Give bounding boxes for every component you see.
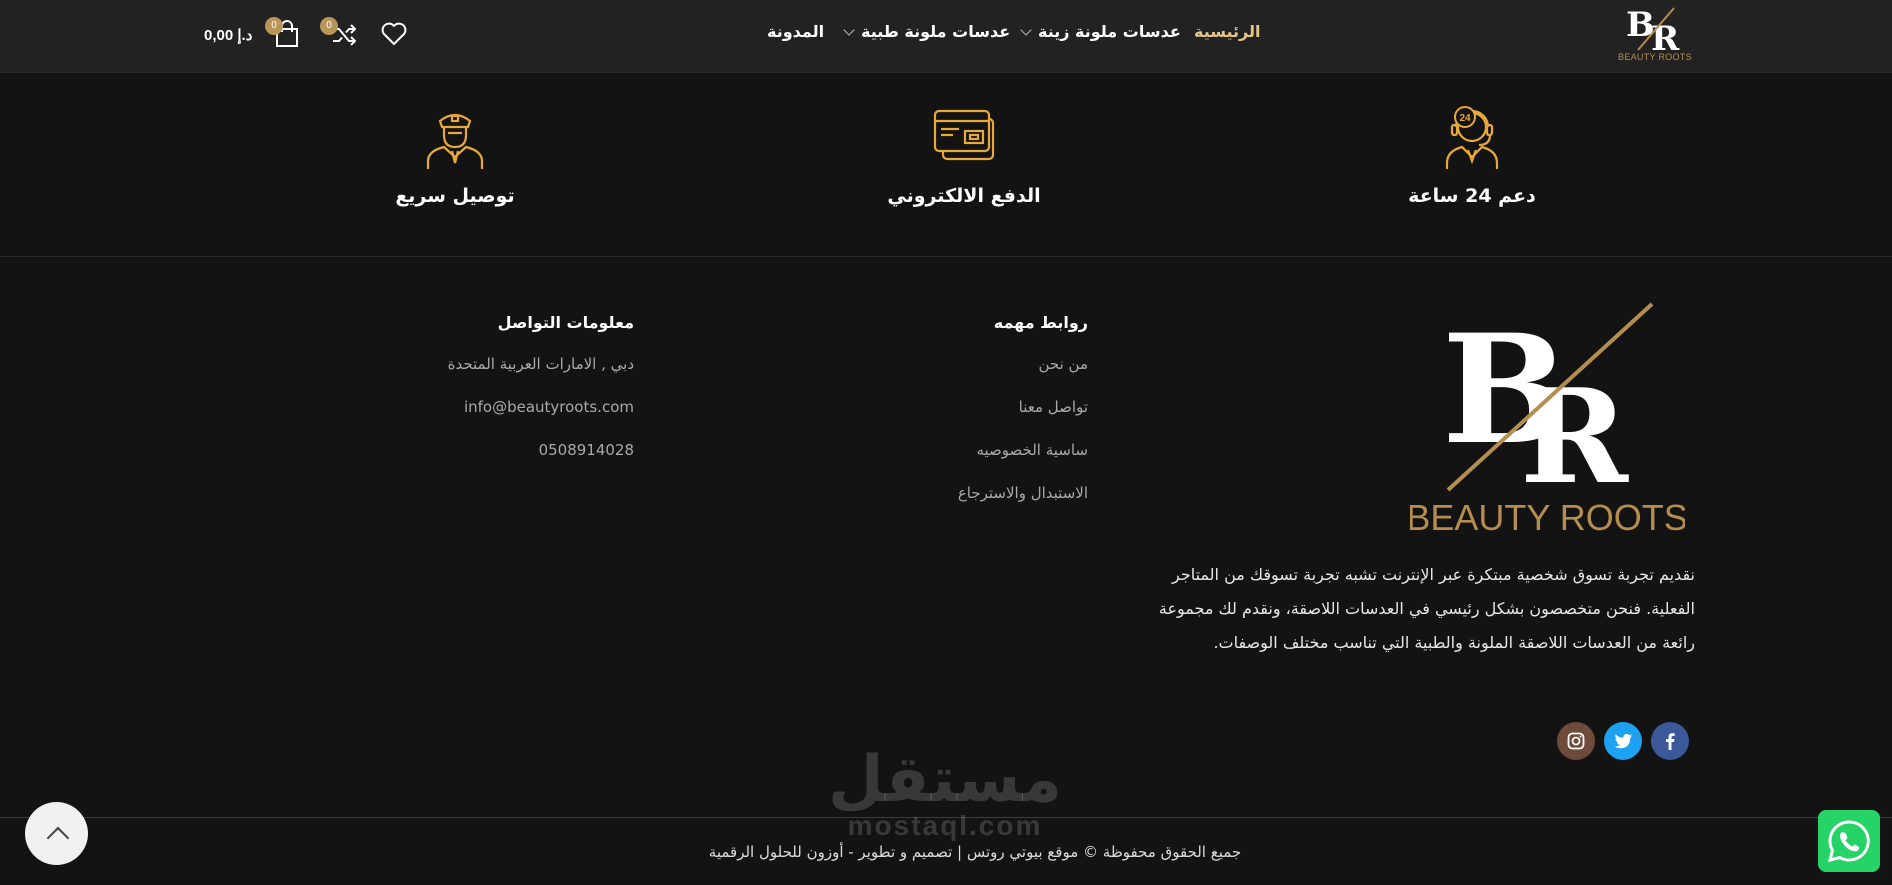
br-logo-icon: B R <box>1626 6 1680 52</box>
footer-link-about[interactable]: من نحن <box>850 355 1089 373</box>
whatsapp-button[interactable] <box>1818 810 1880 872</box>
watermark-arabic: مستقل <box>827 743 1063 817</box>
feature-support: 24 دعم 24 ساعة <box>1362 105 1582 207</box>
logo-tagline: BEAUTY ROOTS <box>1618 52 1692 62</box>
site-header: B R BEAUTY ROOTS الرئيسية عدسات ملونة زي… <box>0 0 1892 73</box>
nav-home[interactable]: الرئيسية <box>1194 22 1261 50</box>
svg-text:R: R <box>1651 19 1680 52</box>
support-24-icon: 24 <box>1445 106 1499 169</box>
twitter-button[interactable] <box>1604 722 1642 760</box>
twitter-icon <box>1614 733 1632 749</box>
contact-title: معلومات التواصل <box>497 313 634 332</box>
contact-phone[interactable]: 0508914028 <box>400 441 634 459</box>
nav-medical-lenses[interactable]: عدسات ملونة طبية <box>843 22 1010 50</box>
contact-address: دبي , الامارات العربية المتحدة <box>447 355 634 373</box>
wishlist-button[interactable] <box>381 22 407 50</box>
instagram-icon <box>1567 732 1585 750</box>
watermark-latin: mostaql.com <box>847 810 1043 841</box>
instagram-button[interactable] <box>1557 722 1595 760</box>
credit-card-icon <box>933 109 995 161</box>
cart-total[interactable]: 0,00 د.إ <box>204 26 252 44</box>
chevron-up-icon <box>46 826 70 850</box>
facebook-button[interactable] <box>1651 722 1689 760</box>
svg-text:24: 24 <box>1459 113 1471 124</box>
delivery-person-icon <box>426 113 484 169</box>
contact-email[interactable]: info@beautyroots.com <box>400 398 634 416</box>
feature-title: الدفع الالكتروني <box>887 185 1041 207</box>
compare-count-badge: 0 <box>320 17 338 35</box>
svg-text:R: R <box>1520 360 1629 513</box>
footer-link-contact[interactable]: تواصل معنا <box>850 398 1088 416</box>
br-logo-icon: B R BEAUTY ROOTS <box>1406 302 1687 538</box>
footer-link-returns[interactable]: الاستبدال والاسترجاع <box>850 484 1088 502</box>
whatsapp-icon <box>1827 820 1870 863</box>
about-text: نقديم تجربة تسوق شخصية مبتكرة عبر الإنتر… <box>1158 565 1695 652</box>
site-logo[interactable]: B R BEAUTY ROOTS <box>1617 6 1693 68</box>
feature-title: دعم 24 ساعة <box>1408 185 1536 207</box>
watermark: مستقل mostaql.com <box>820 748 1070 840</box>
heart-icon <box>381 22 407 45</box>
nav-blog[interactable]: المدونة <box>767 22 824 50</box>
chevron-down-icon <box>843 24 855 36</box>
feature-title: توصيل سريع <box>395 185 515 207</box>
cart-count-badge: 0 <box>265 17 283 35</box>
facebook-icon <box>1666 733 1675 750</box>
footer-logo: B R BEAUTY ROOTS <box>1406 300 1687 538</box>
footer-link-privacy[interactable]: ساسية الخصوصيه <box>850 441 1088 459</box>
svg-text:BEAUTY ROOTS: BEAUTY ROOTS <box>1410 497 1685 535</box>
section-divider <box>0 256 1892 257</box>
scroll-to-top-button[interactable] <box>25 802 88 865</box>
feature-payment: الدفع الالكتروني <box>854 105 1074 207</box>
feature-delivery: توصيل سريع <box>345 105 565 207</box>
copyright-text: جميع الحقوق محفوظة © موقع بيوتي روتس | ت… <box>708 843 1242 861</box>
links-title: روابط مهمه <box>993 313 1088 332</box>
chevron-down-icon <box>1020 24 1032 36</box>
nav-cosmetic-lenses[interactable]: عدسات ملونة زينة <box>1020 22 1181 50</box>
